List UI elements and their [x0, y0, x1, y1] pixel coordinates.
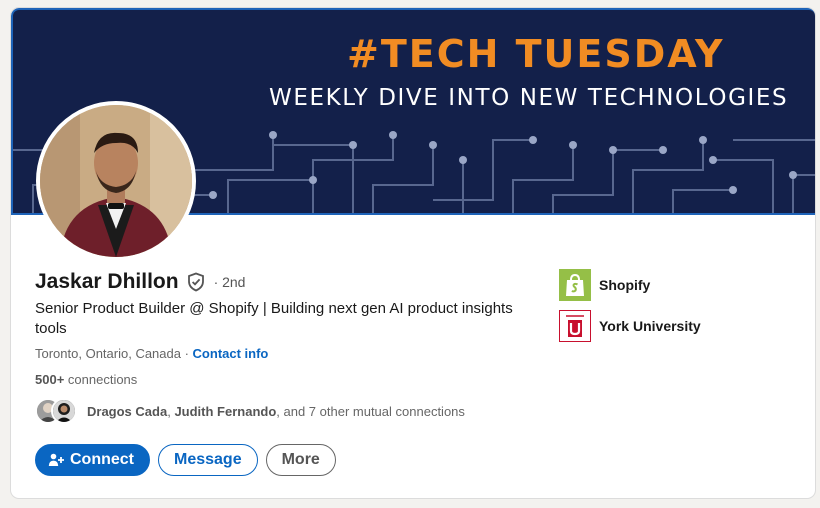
connections-count[interactable]: 500+ connections	[35, 372, 137, 387]
connect-button[interactable]: Connect	[35, 444, 150, 476]
profile-photo-image	[40, 105, 192, 257]
message-button[interactable]: Message	[158, 444, 258, 476]
org-name: Shopify	[599, 277, 651, 293]
org-name: York University	[599, 318, 701, 334]
shopify-bag-icon	[559, 269, 591, 301]
mutual-connections-text: Dragos Cada, Judith Fernando, and 7 othe…	[87, 404, 465, 419]
shield-check-icon[interactable]	[186, 272, 206, 292]
profile-location: Toronto, Ontario, Canada	[35, 346, 181, 361]
contact-info-link[interactable]: Contact info	[193, 346, 269, 361]
mutual-name-2: Judith Fernando	[174, 403, 277, 419]
more-button[interactable]: More	[265, 444, 336, 476]
banner-subtitle: WEEKLY DIVE INTO NEW TECHNOLOGIES	[269, 85, 789, 111]
org-shopify[interactable]: Shopify	[559, 269, 701, 301]
organizations: Shopify York University	[559, 269, 701, 351]
message-label: Message	[174, 451, 242, 468]
profile-headline: Senior Product Builder @ Shopify | Build…	[35, 300, 513, 337]
mutual-name-1: Dragos Cada	[87, 403, 168, 419]
mutual-avatars	[35, 397, 81, 425]
profile-name: Jaskar Dhillon	[35, 270, 179, 293]
profile-photo[interactable]	[36, 101, 196, 261]
profile-card: #TECH TUESDAY WEEKLY DIVE INTO NEW TECHN…	[10, 7, 816, 499]
add-person-icon	[48, 452, 64, 468]
location-row: Toronto, Ontario, Canada · Contact info	[35, 346, 268, 361]
location-separator: ·	[180, 346, 193, 361]
mutual-rest: , and 7 other mutual connections	[276, 403, 465, 419]
mutual-connections[interactable]: Dragos Cada, Judith Fernando, and 7 othe…	[35, 397, 465, 425]
more-label: More	[281, 451, 320, 468]
banner-title: #TECH TUESDAY	[347, 32, 725, 76]
connect-label: Connect	[70, 451, 134, 468]
connection-degree: · 2nd	[213, 274, 246, 290]
avatar	[51, 398, 77, 424]
name-row: Jaskar Dhillon · 2nd	[35, 270, 245, 294]
connections-number: 500+	[35, 372, 65, 387]
org-york-university[interactable]: York University	[559, 310, 701, 342]
profile-actions: Connect Message More	[35, 444, 336, 476]
york-university-icon	[559, 310, 591, 342]
connections-label: connections	[64, 372, 138, 387]
